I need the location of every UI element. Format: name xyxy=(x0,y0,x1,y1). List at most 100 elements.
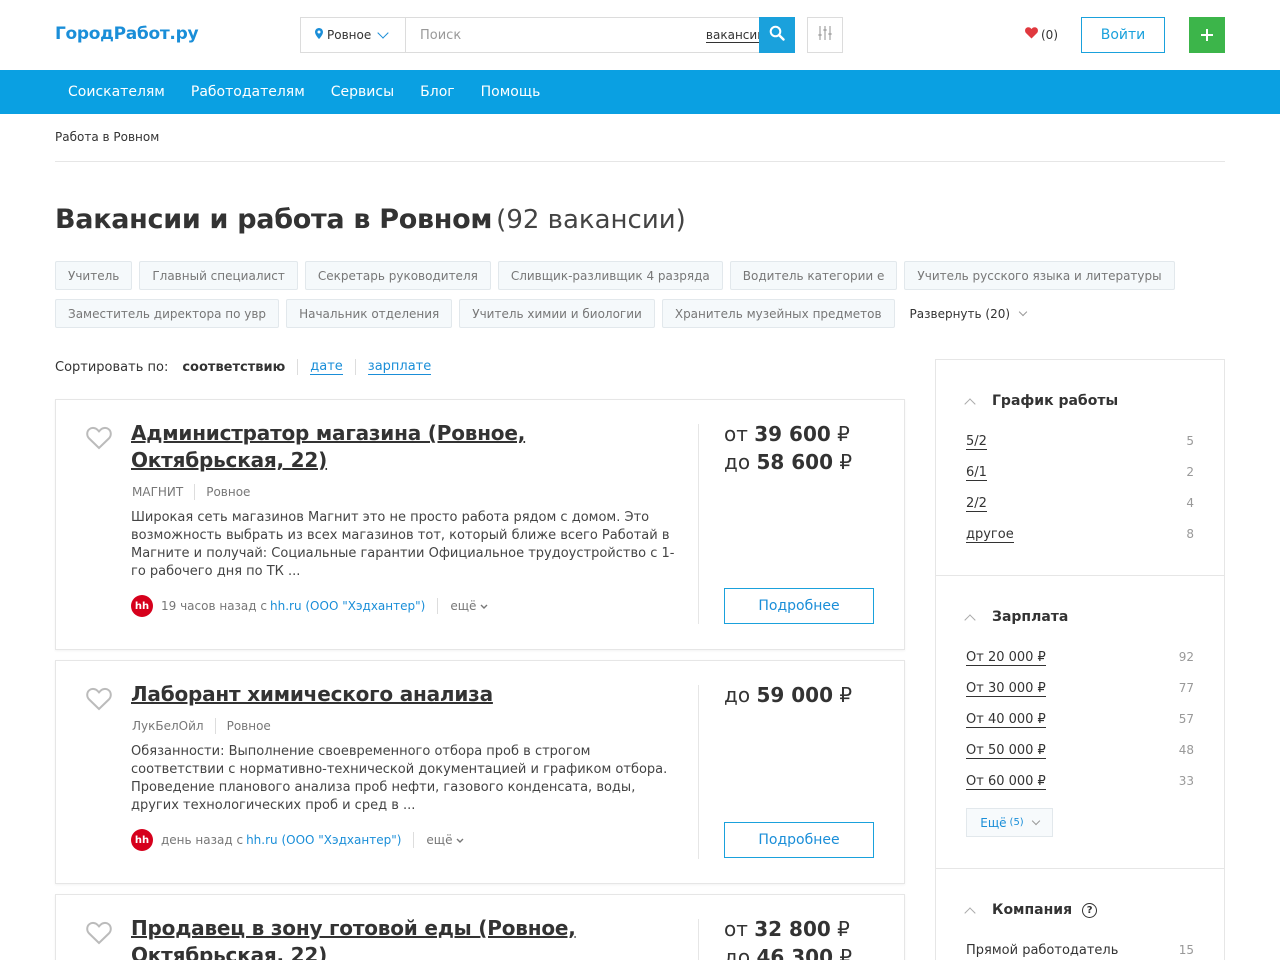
filter-title: Компания xyxy=(992,902,1073,918)
vacancy-description: Широкая сеть магазинов Магнит это не про… xyxy=(131,510,675,579)
sort-option-relevance[interactable]: соответствию xyxy=(182,360,285,375)
company-name[interactable]: ЛукБелОйл xyxy=(132,719,204,733)
filter-option-label: От 20 000 ₽ xyxy=(966,650,1046,666)
filter-option-label: 5/2 xyxy=(966,434,987,450)
filters-button[interactable] xyxy=(807,17,843,53)
vacancy-meta: МАГНИТ Ровное xyxy=(132,484,250,500)
tag[interactable]: Учитель xyxy=(55,261,133,290)
tag[interactable]: Секретарь руководителя xyxy=(304,261,491,290)
help-icon[interactable]: ? xyxy=(1082,902,1098,918)
sort-option-date[interactable]: дате xyxy=(310,359,343,375)
filter-schedule: График работы 5/2 5 6/1 2 2/2 4 другое 8 xyxy=(936,360,1224,576)
search-input[interactable] xyxy=(406,18,706,52)
filter-option[interactable]: От 30 000 ₽ 77 xyxy=(966,681,1194,697)
salary-to-value: 58 600 xyxy=(756,450,833,474)
filter-option[interactable]: другое 8 xyxy=(966,527,1194,543)
salary-to-prefix: до xyxy=(724,683,751,707)
divider xyxy=(698,919,699,960)
sliders-icon xyxy=(818,25,832,45)
ruble-icon: ₽ xyxy=(839,450,853,474)
filter-option[interactable]: От 50 000 ₽ 48 xyxy=(966,743,1194,759)
nav-item-help[interactable]: Помощь xyxy=(468,70,554,114)
salary-from-value: 32 800 xyxy=(754,917,831,941)
more-menu-button[interactable]: ещё xyxy=(450,599,488,613)
filter-option[interactable]: От 60 000 ₽ 33 xyxy=(966,774,1194,790)
filter-title: График работы xyxy=(992,393,1119,409)
favorites-count: (0) xyxy=(1041,28,1058,42)
nav-item-blog[interactable]: Блог xyxy=(407,70,467,114)
filter-header[interactable]: Компания ? xyxy=(964,902,1098,919)
filter-option-label: От 40 000 ₽ xyxy=(966,712,1046,728)
salary-from-prefix: от xyxy=(724,422,748,446)
filter-header[interactable]: График работы xyxy=(964,393,1119,410)
city-selector[interactable]: Ровное xyxy=(301,18,406,52)
vacancy-card: Продавец в зону готовой еды (Ровное, Окт… xyxy=(55,894,905,960)
vacancy-title-link[interactable]: Продавец в зону готовой еды (Ровное, Окт… xyxy=(131,915,661,960)
posted-time: 19 часов назад с xyxy=(161,599,267,613)
favorite-heart-icon[interactable] xyxy=(86,687,112,711)
tag[interactable]: Заместитель директора по увр xyxy=(55,299,280,328)
tag[interactable]: Учитель химии и биологии xyxy=(459,299,655,328)
tag[interactable]: Главный специалист xyxy=(139,261,298,290)
sort-option-salary[interactable]: зарплате xyxy=(367,359,432,375)
vacancy-title-link[interactable]: Администратор магазина (Ровное, Октябрьс… xyxy=(131,420,661,474)
tag[interactable]: Сливщик-разливщик 4 разряда xyxy=(497,261,723,290)
filter-option[interactable]: От 40 000 ₽ 57 xyxy=(966,712,1194,728)
details-button[interactable]: Подробнее xyxy=(724,822,874,858)
filter-option-count: 57 xyxy=(1178,712,1194,726)
nav-item-job-seekers[interactable]: Соискателям xyxy=(55,70,178,114)
heart-icon xyxy=(1025,27,1038,43)
vacancy-meta: ЛукБелОйл Ровное xyxy=(132,718,271,734)
search-icon xyxy=(769,25,785,45)
salary-to-prefix: до xyxy=(724,945,751,960)
more-label: ещё xyxy=(450,599,477,613)
salary-to-prefix: до xyxy=(724,450,751,474)
filter-option[interactable]: 2/2 4 xyxy=(966,496,1194,512)
salary: от 32 800 ₽ до 46 300 ₽ xyxy=(724,915,852,960)
filter-option[interactable]: 5/2 5 xyxy=(966,434,1194,450)
tag[interactable]: Учитель русского языка и литературы xyxy=(904,261,1175,290)
favorites-link[interactable]: (0) xyxy=(1025,27,1058,43)
source-link[interactable]: hh.ru (ООО "Хэдхантер") xyxy=(246,833,401,847)
details-button[interactable]: Подробнее xyxy=(724,588,874,624)
chevron-up-icon xyxy=(964,906,976,919)
nav-item-employers[interactable]: Работодателям xyxy=(178,70,318,114)
login-button[interactable]: Войти xyxy=(1081,17,1165,53)
vacancy-title-link[interactable]: Лаборант химического анализа xyxy=(131,681,661,708)
ruble-icon: ₽ xyxy=(839,945,853,960)
vacancy-card: Лаборант химического анализа ЛукБелОйл Р… xyxy=(55,660,905,884)
filter-option-count: 33 xyxy=(1178,774,1194,788)
tag[interactable]: Начальник отделения xyxy=(286,299,453,328)
add-vacancy-button[interactable] xyxy=(1189,17,1225,53)
vacancy-city: Ровное xyxy=(226,719,271,733)
chevron-down-icon xyxy=(1031,816,1040,825)
show-more-label: Ещё xyxy=(980,815,1007,830)
more-menu-button[interactable]: ещё xyxy=(426,833,464,847)
breadcrumb[interactable]: Работа в Ровном xyxy=(55,130,159,144)
filter-option[interactable]: Прямой работодатель 15 xyxy=(966,943,1194,958)
salary: до 59 000 ₽ xyxy=(724,681,852,709)
sort-bar: Сортировать по: соответствию дате зарпла… xyxy=(55,359,443,375)
location-pin-icon xyxy=(315,28,323,42)
tag[interactable]: Хранитель музейных предметов xyxy=(661,299,895,328)
chevron-down-icon xyxy=(456,833,464,847)
ruble-icon: ₽ xyxy=(837,422,850,446)
nav-item-services[interactable]: Сервисы xyxy=(318,70,407,114)
tag[interactable]: Водитель категории е xyxy=(729,261,898,290)
favorite-heart-icon[interactable] xyxy=(86,921,112,945)
hh-logo-icon: hh xyxy=(131,829,153,851)
chevron-up-icon xyxy=(964,613,976,626)
filter-option-label: другое xyxy=(966,527,1014,543)
show-more-button[interactable]: Ещё (5) xyxy=(966,808,1053,837)
expand-tags-button[interactable]: Развернуть (20) xyxy=(902,299,1028,328)
filter-header[interactable]: Зарплата xyxy=(964,609,1068,626)
site-logo[interactable]: ГородРабот.ру xyxy=(55,24,199,44)
source-link[interactable]: hh.ru (ООО "Хэдхантер") xyxy=(270,599,425,613)
vacancy-city: Ровное xyxy=(206,485,251,499)
favorite-heart-icon[interactable] xyxy=(86,426,112,450)
expand-tags-label: Развернуть (20) xyxy=(909,306,1011,321)
search-button[interactable] xyxy=(759,17,795,53)
filter-option[interactable]: От 20 000 ₽ 92 xyxy=(966,650,1194,666)
filter-option[interactable]: 6/1 2 xyxy=(966,465,1194,481)
company-name[interactable]: МАГНИТ xyxy=(132,485,183,499)
